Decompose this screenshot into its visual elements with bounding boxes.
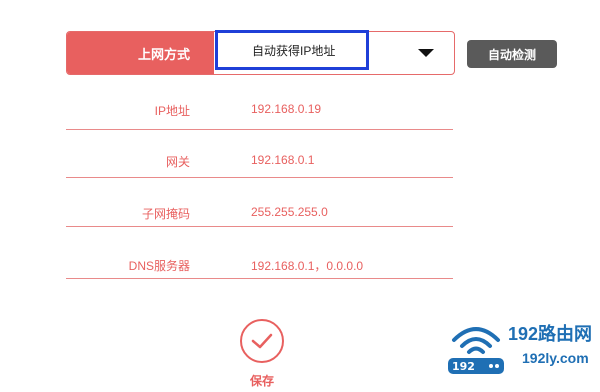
field-row-subnet: 子网掩码 255.255.255.0: [66, 181, 453, 227]
field-label: 子网掩码: [141, 207, 190, 221]
watermark-logo: 192 192路由网 192ly.com: [446, 312, 596, 384]
field-row-dns: DNS服务器 192.168.0.1，0.0.0.0: [66, 233, 453, 279]
field-label: 网关: [165, 155, 190, 169]
field-label: DNS服务器: [128, 259, 190, 273]
connection-type-select[interactable]: 自动获得IP地址: [214, 30, 454, 74]
connection-type-row: 上网方式 自动获得IP地址: [66, 30, 455, 75]
watermark-badge: 192: [452, 360, 475, 373]
watermark-title: 192路由网: [508, 324, 593, 344]
auto-detect-button[interactable]: 自动检测: [467, 40, 557, 68]
save-button[interactable]: [240, 319, 284, 363]
watermark-url: 192ly.com: [522, 350, 589, 366]
wifi-router-icon: 192: [448, 327, 504, 374]
field-row-ip: IP地址 192.168.0.19: [66, 84, 453, 130]
connection-type-label: 上网方式: [67, 32, 214, 74]
field-value: 192.168.0.1: [251, 153, 315, 167]
checkmark-icon: [251, 333, 273, 349]
field-value: 255.255.255.0: [251, 205, 328, 219]
field-value: 192.168.0.1，0.0.0.0: [251, 259, 364, 273]
connection-type-value[interactable]: 自动获得IP地址: [215, 30, 369, 70]
field-value: 192.168.0.19: [251, 102, 322, 116]
save-label: 保存: [249, 374, 274, 388]
field-label: IP地址: [154, 104, 190, 118]
chevron-down-icon[interactable]: [418, 49, 434, 57]
field-row-gateway: 网关 192.168.0.1: [66, 132, 453, 178]
